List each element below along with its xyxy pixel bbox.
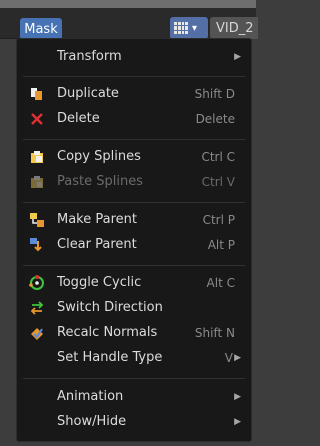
shortcut-label: Shift D [194,86,235,101]
header-top-strip [0,0,256,8]
submenu-arrow-icon: ▶ [234,352,241,363]
menu-item-label: Show/Hide [57,414,127,429]
clear-parent-icon [30,237,42,251]
menu-item-label: Set Handle Type [57,350,163,365]
clip-editor-header: Mask ▾ VID_2 [0,0,258,40]
menu-item-label: Toggle Cyclic [57,275,142,290]
menu-item-label: Delete [57,111,100,126]
clip-editor-icon [174,22,188,34]
duplicate-icon [31,87,42,100]
menu-item-label: Duplicate [57,86,119,101]
menu-item-animation[interactable]: Animation ▶ [17,384,251,409]
submenu-arrow-icon: ▶ [234,51,241,62]
menu-separator [23,378,245,379]
copy-icon [31,150,43,163]
menu-item-label: Clear Parent [57,237,137,252]
shortcut-label: Alt C [206,275,235,290]
shortcut-label: Alt P [207,237,235,252]
clip-name-text: VID_2 [216,20,254,36]
menu-separator [23,76,245,77]
shortcut-label: Ctrl V [201,174,235,189]
menu-item-clear-parent[interactable]: Clear Parent Alt P [17,232,251,257]
menu-item-toggle-cyclic[interactable]: Toggle Cyclic Alt C [17,270,251,295]
delete-x-icon [31,112,43,125]
shortcut-label: V [224,350,233,365]
clip-name-field[interactable]: VID_2 [210,17,258,39]
menu-item-label: Make Parent [57,212,137,227]
shortcut-label: Ctrl C [201,149,235,164]
mask-dropdown-menu: Transform ▶ Duplicate Shift D Delete Del… [16,38,252,442]
menu-item-set-handle-type[interactable]: Set Handle Type V ▶ [17,345,251,370]
chevron-down-icon: ▾ [192,22,198,34]
menu-item-label: Recalc Normals [57,325,158,340]
menu-separator [23,139,245,140]
menu-item-copy-splines[interactable]: Copy Splines Ctrl C [17,144,251,169]
menu-item-show-hide[interactable]: Show/Hide ▶ [17,409,251,434]
menu-item-delete[interactable]: Delete Delete [17,106,251,131]
make-parent-icon [30,212,44,227]
menu-item-label: Switch Direction [57,300,163,315]
menu-item-transform[interactable]: Transform ▶ [17,44,251,69]
submenu-arrow-icon: ▶ [234,391,241,402]
menu-item-label: Transform [57,49,122,64]
shortcut-label: Delete [195,111,235,126]
menu-item-label: Copy Splines [57,149,141,164]
shortcut-label: Shift N [194,325,235,340]
menu-item-switch-direction[interactable]: Switch Direction [17,295,251,320]
mask-menu-button[interactable]: Mask [20,18,62,40]
mask-menu-label: Mask [24,21,58,37]
menu-item-duplicate[interactable]: Duplicate Shift D [17,81,251,106]
recalc-normals-icon [31,327,43,340]
menu-item-label: Animation [57,389,124,404]
menu-item-paste-splines[interactable]: Paste Splines Ctrl V [17,169,251,194]
editor-mode-dropdown[interactable]: ▾ [170,17,208,39]
paste-icon [31,175,43,188]
menu-item-recalc-normals[interactable]: Recalc Normals Shift N [17,320,251,345]
switch-direction-icon [30,300,44,315]
menu-item-label: Paste Splines [57,174,143,189]
menu-separator [23,265,245,266]
menu-item-make-parent[interactable]: Make Parent Ctrl P [17,207,251,232]
toggle-cyclic-icon [29,274,44,290]
submenu-arrow-icon: ▶ [234,416,241,427]
shortcut-label: Ctrl P [202,212,235,227]
menu-separator [23,202,245,203]
